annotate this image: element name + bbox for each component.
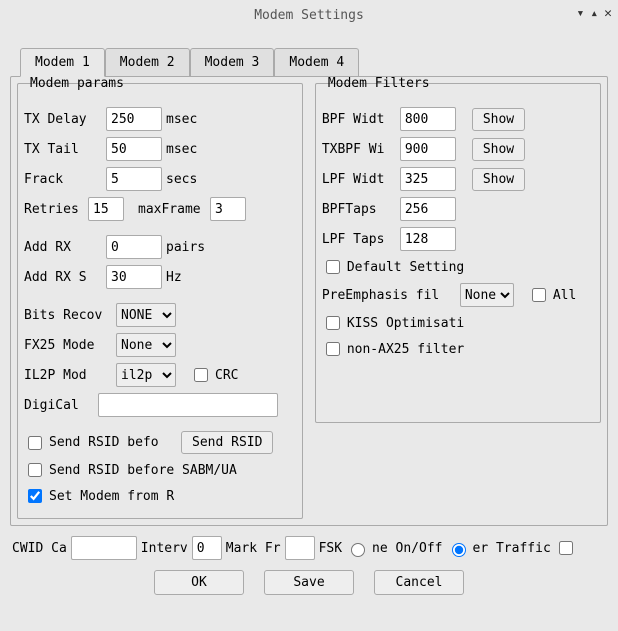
bpf-width-input[interactable] — [400, 107, 456, 131]
crc-checkbox[interactable] — [194, 368, 208, 382]
bits-recovery-select[interactable]: NONE — [116, 303, 176, 327]
mark-freq-input[interactable] — [285, 536, 315, 560]
txbpf-width-input[interactable] — [400, 137, 456, 161]
il2p-select[interactable]: il2p O — [116, 363, 176, 387]
save-button[interactable]: Save — [264, 570, 354, 595]
add-rx-s-input[interactable] — [106, 265, 162, 289]
cwid-call-label: CWID Ca — [12, 541, 67, 556]
frack-unit: secs — [166, 172, 197, 187]
lpf-taps-input[interactable] — [400, 227, 456, 251]
traffic-radio[interactable] — [452, 543, 466, 557]
bpf-taps-input[interactable] — [400, 197, 456, 221]
ok-button[interactable]: OK — [154, 570, 244, 595]
nonax25-checkbox[interactable] — [326, 342, 340, 356]
all-label: All — [553, 288, 576, 303]
send-rsid-before-checkbox[interactable] — [28, 436, 42, 450]
lpf-taps-label: LPF Taps — [322, 232, 396, 247]
modem-params-box: Modem params TX Delay msec TX Tail msec … — [17, 83, 303, 519]
close-icon[interactable]: ✕ — [604, 6, 612, 21]
modem-filters-box: Modem Filters BPF Widt Show TXBPF Wi Sho… — [315, 83, 601, 423]
add-rx-label: Add RX — [24, 240, 102, 255]
titlebar: Modem Settings ▾ ▴ ✕ — [0, 0, 618, 30]
tx-delay-unit: msec — [166, 112, 197, 127]
bpf-taps-label: BPFTaps — [322, 202, 396, 217]
default-settings-label: Default Setting — [347, 260, 487, 275]
bpf-width-label: BPF Widt — [322, 112, 396, 127]
bpf-width-show-button[interactable]: Show — [472, 108, 525, 131]
cwid-call-input[interactable] — [71, 536, 137, 560]
onoff-radio[interactable] — [351, 543, 365, 557]
kiss-opt-label: KISS Optimisati — [347, 316, 487, 331]
maximize-icon[interactable]: ▴ — [590, 6, 598, 21]
tab-modem-4[interactable]: Modem 4 — [274, 48, 359, 76]
nonax25-label: non-AX25 filter — [347, 342, 464, 357]
maxframe-input[interactable] — [210, 197, 246, 221]
interval-input[interactable] — [192, 536, 222, 560]
tx-delay-input[interactable] — [106, 107, 162, 131]
tab-modem-3[interactable]: Modem 3 — [190, 48, 275, 76]
send-rsid-before-label: Send RSID befo — [49, 435, 177, 450]
add-rx-unit: pairs — [166, 240, 205, 255]
lpf-width-label: LPF Widt — [322, 172, 396, 187]
all-checkbox[interactable] — [532, 288, 546, 302]
retries-input[interactable] — [88, 197, 124, 221]
cancel-button[interactable]: Cancel — [374, 570, 464, 595]
send-rsid-button[interactable]: Send RSID — [181, 431, 273, 454]
il2p-label: IL2P Mod — [24, 368, 112, 383]
retries-label: Retries — [24, 202, 84, 217]
tx-tail-unit: msec — [166, 142, 197, 157]
window-title: Modem Settings — [254, 8, 364, 23]
set-modem-from-r-checkbox[interactable] — [28, 489, 42, 503]
digicall-label: DigiCal — [24, 398, 94, 413]
bottom-row: CWID Ca Interv Mark Fr FSK ne On/Off er … — [12, 536, 606, 560]
fx25-select[interactable]: None — [116, 333, 176, 357]
lpf-width-show-button[interactable]: Show — [472, 168, 525, 191]
mark-freq-label: Mark Fr — [226, 541, 281, 556]
tx-delay-label: TX Delay — [24, 112, 102, 127]
add-rx-s-unit: Hz — [166, 270, 182, 285]
fsk-label: FSK — [319, 541, 342, 556]
preemphasis-select[interactable]: None — [460, 283, 514, 307]
default-settings-checkbox[interactable] — [326, 260, 340, 274]
interval-label: Interv — [141, 541, 188, 556]
tabbar: Modem 1 Modem 2 Modem 3 Modem 4 — [20, 48, 618, 76]
add-rx-s-label: Add RX S — [24, 270, 102, 285]
frack-label: Frack — [24, 172, 102, 187]
txbpf-width-show-button[interactable]: Show — [472, 138, 525, 161]
add-rx-input[interactable] — [106, 235, 162, 259]
send-rsid-sabm-label: Send RSID before SABM/UA — [49, 463, 237, 478]
traffic-label: er Traffic — [473, 541, 551, 556]
txbpf-width-label: TXBPF Wi — [322, 142, 396, 157]
tab-modem-1[interactable]: Modem 1 — [20, 48, 105, 77]
tx-tail-label: TX Tail — [24, 142, 102, 157]
tab-content: Modem params TX Delay msec TX Tail msec … — [10, 76, 608, 526]
minimize-icon[interactable]: ▾ — [577, 6, 585, 21]
kiss-opt-checkbox[interactable] — [326, 316, 340, 330]
digicall-input[interactable] — [98, 393, 278, 417]
send-rsid-sabm-checkbox[interactable] — [28, 463, 42, 477]
frack-input[interactable] — [106, 167, 162, 191]
lpf-width-input[interactable] — [400, 167, 456, 191]
set-modem-from-r-label: Set Modem from R — [49, 489, 199, 504]
tx-tail-input[interactable] — [106, 137, 162, 161]
bits-recovery-label: Bits Recov — [24, 308, 112, 323]
tab-modem-2[interactable]: Modem 2 — [105, 48, 190, 76]
onoff-label: ne On/Off — [372, 541, 442, 556]
maxframe-label: maxFrame — [138, 202, 206, 217]
preemphasis-label: PreEmphasis fil — [322, 288, 456, 303]
traffic-checkbox[interactable] — [559, 541, 573, 555]
crc-label: CRC — [215, 368, 238, 383]
fx25-label: FX25 Mode — [24, 338, 112, 353]
button-row: OK Save Cancel — [0, 570, 618, 595]
